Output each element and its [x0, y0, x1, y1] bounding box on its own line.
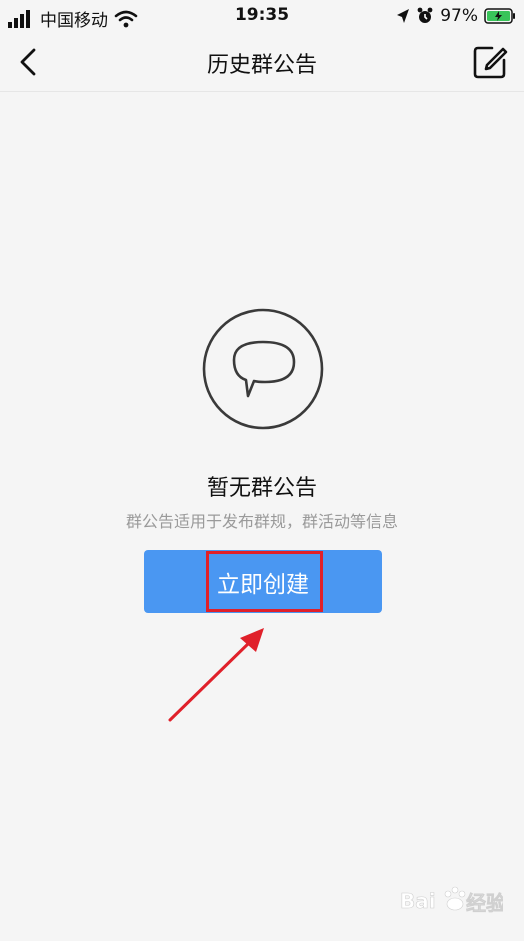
status-bar: 中国移动 19:35 97% [0, 0, 524, 34]
create-now-label: 立即创建 [217, 571, 309, 598]
page-title: 历史群公告 [206, 53, 317, 78]
chat-bubble-icon [202, 308, 324, 430]
navigation-bar: 历史群公告 [0, 34, 524, 92]
create-now-button[interactable]: 立即创建 [144, 550, 382, 613]
empty-state-title: 暂无群公告 [206, 476, 317, 501]
watermark-suffix: 经验 [466, 891, 503, 915]
watermark-brand: Bai [400, 889, 436, 913]
status-right: 97% [396, 6, 516, 26]
annotation-arrow [168, 628, 264, 722]
battery-percent: 97% [440, 6, 478, 26]
edit-icon[interactable] [470, 42, 510, 82]
baidu-watermark: Bai 经验 [400, 886, 503, 915]
alarm-icon [417, 7, 433, 23]
battery-icon [484, 8, 515, 24]
empty-state-description: 群公告适用于发布群规，群活动等信息 [125, 512, 398, 531]
location-icon [397, 9, 410, 23]
